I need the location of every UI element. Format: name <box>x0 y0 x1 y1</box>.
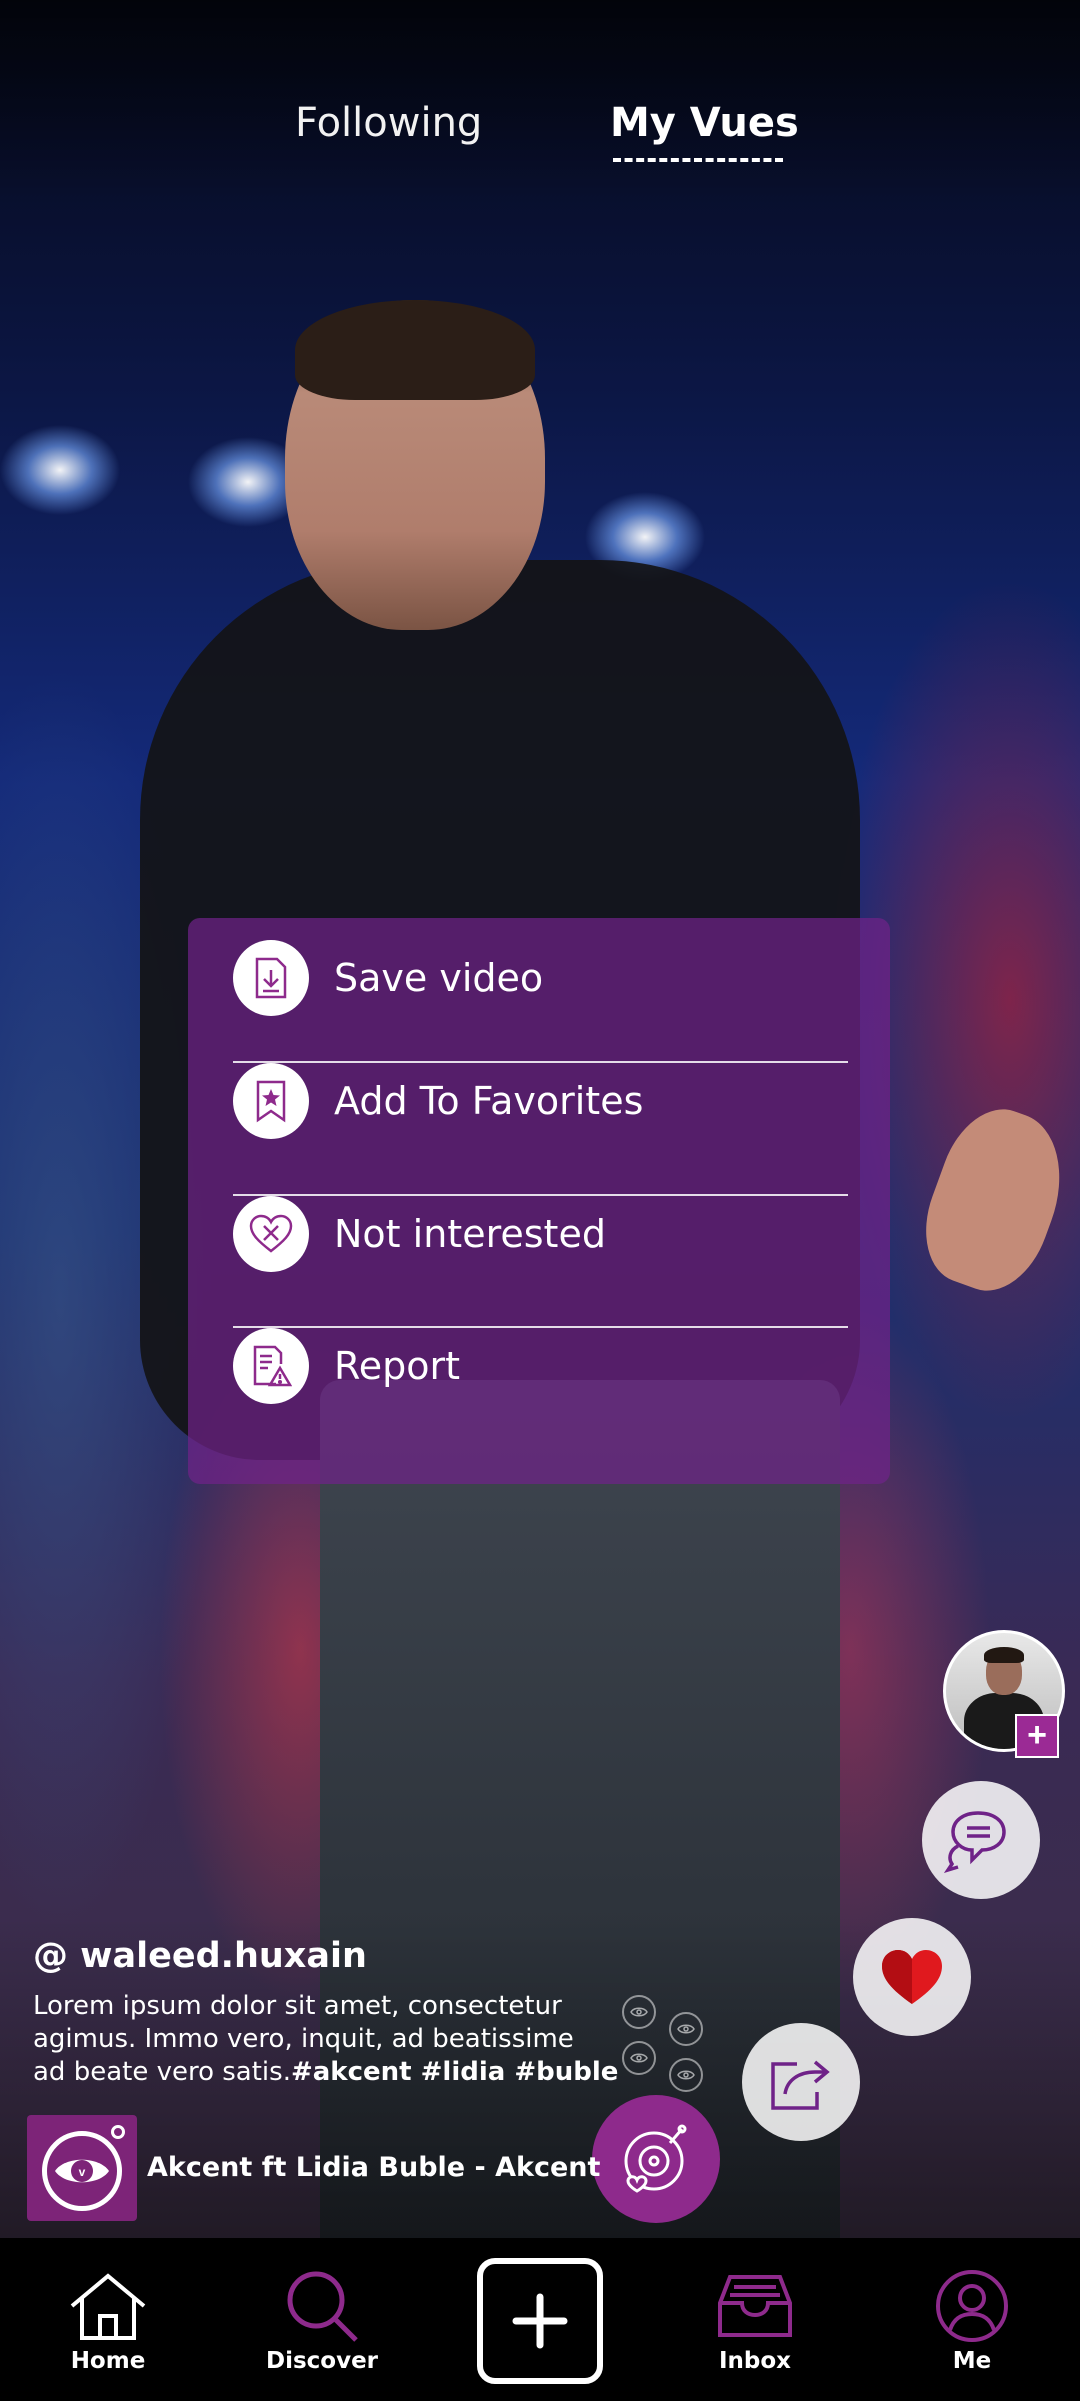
caption-line: agimus. Immo vero, inquit, ad beatissime <box>33 2024 574 2054</box>
menu-item-add-to-favorites-row[interactable]: Add To Favorites <box>233 1041 848 1161</box>
plus-icon <box>512 2293 568 2349</box>
nav-inbox[interactable]: Inbox <box>705 2238 805 2401</box>
music-disc-icon <box>624 2124 687 2193</box>
comment-icon <box>944 1811 1006 1874</box>
nav-discover[interactable]: Discover <box>265 2238 379 2401</box>
feed-tabs: Following My Vues <box>0 100 1080 170</box>
caption-line: ad beate vero satis. <box>33 2057 291 2087</box>
nav-label: Home <box>70 2348 146 2374</box>
singer-hair <box>295 300 535 400</box>
report-warning-icon <box>233 1328 309 1404</box>
create-post-button[interactable] <box>477 2258 603 2384</box>
active-tab-indicator <box>613 158 783 162</box>
nav-home[interactable]: Home <box>58 2238 158 2401</box>
save-video-icon <box>233 940 309 1016</box>
heart-x-icon <box>233 1196 309 1272</box>
avatar-hair <box>984 1647 1024 1663</box>
video-options-menu: Save video Add To Favorites Not interest… <box>188 918 890 1484</box>
share-button[interactable] <box>742 2023 860 2141</box>
nav-me[interactable]: Me <box>922 2238 1022 2401</box>
follow-plus-button[interactable]: + <box>1015 1714 1059 1758</box>
view-eye-icon <box>669 2058 703 2092</box>
view-eye-icon <box>669 2012 703 2046</box>
inbox-icon <box>710 2266 800 2346</box>
profile-icon <box>927 2266 1017 2346</box>
nav-label: Discover <box>265 2348 379 2374</box>
eye-logo-icon: v <box>42 2131 122 2211</box>
like-button[interactable] <box>853 1918 971 2036</box>
bookmark-star-icon <box>233 1063 309 1139</box>
nav-label: Me <box>952 2348 992 2374</box>
comment-button[interactable] <box>922 1781 1040 1899</box>
caption-line-with-tags: ad beate vero satis.#akcent #lidia #bubl… <box>33 2056 623 2089</box>
svg-text:v: v <box>79 2165 86 2179</box>
post-author-handle[interactable]: @ waleed.huxain <box>33 1936 367 1976</box>
album-cover[interactable]: v <box>27 2115 137 2221</box>
search-icon <box>277 2266 367 2346</box>
album-dot <box>111 2125 125 2139</box>
menu-item-save-video[interactable]: Save video <box>233 918 848 1038</box>
menu-item-label: Save video <box>334 956 544 1000</box>
menu-item-report[interactable]: Report <box>233 1306 848 1426</box>
tab-my-vues[interactable]: My Vues <box>610 100 799 146</box>
home-icon <box>63 2266 153 2346</box>
menu-item-label: Report <box>334 1344 460 1388</box>
music-disc-button[interactable] <box>592 2095 720 2223</box>
menu-item-not-interested[interactable]: Not interested <box>233 1174 848 1294</box>
heart-icon <box>882 1950 942 2004</box>
view-eye-icon <box>622 2041 656 2075</box>
post-caption: Lorem ipsum dolor sit amet, consectetur … <box>33 1990 623 2089</box>
tab-following[interactable]: Following <box>295 100 482 146</box>
menu-item-label: Not interested <box>334 1212 606 1256</box>
share-icon <box>771 2060 830 2110</box>
nav-label: Inbox <box>718 2348 792 2374</box>
view-eye-icon <box>622 1995 656 2029</box>
song-title[interactable]: Akcent ft Lidia Buble - Akcent <box>147 2152 600 2183</box>
singer-hand <box>907 1094 1080 1306</box>
menu-item-label: Add To Favorites <box>334 1079 644 1123</box>
caption-line: Lorem ipsum dolor sit amet, consectetur <box>33 1991 562 2021</box>
hashtags[interactable]: #akcent #lidia #buble <box>291 2057 618 2087</box>
